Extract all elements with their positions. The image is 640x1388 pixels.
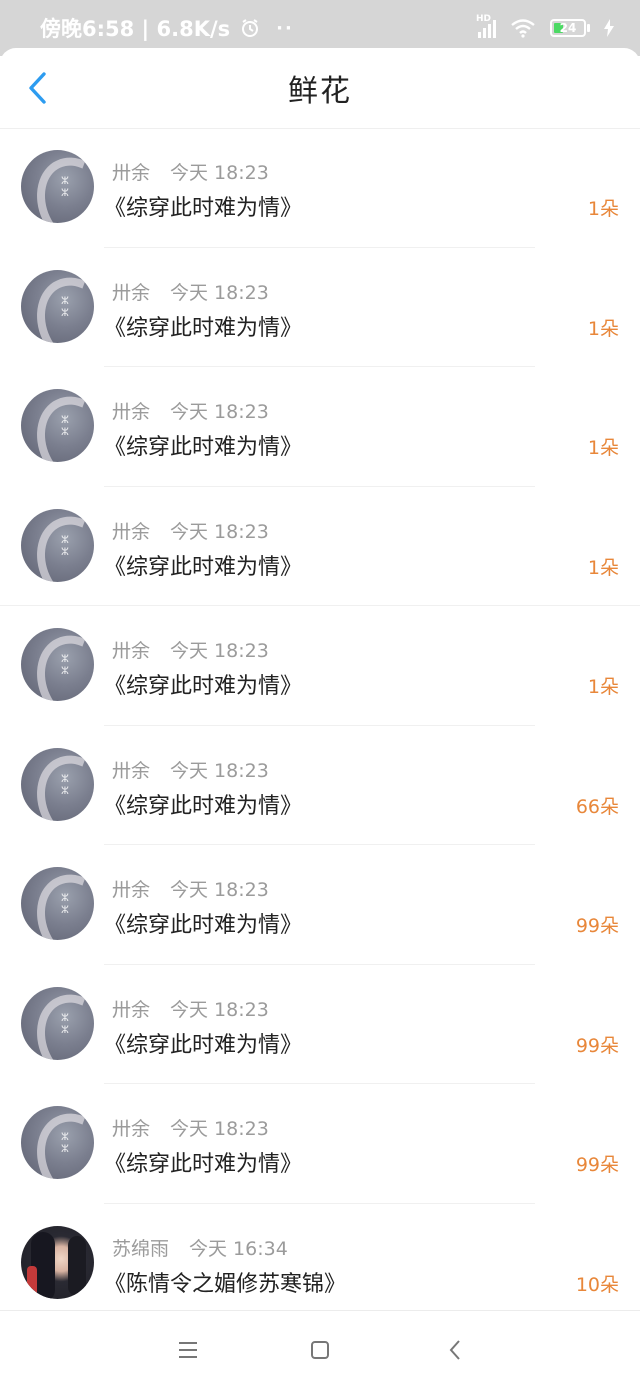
list-item[interactable]: ⵣⵣ 卅余 今天 18:23 《综穿此时难为情》 1朵 — [0, 606, 640, 726]
user-name[interactable]: 卅余 — [112, 397, 150, 424]
nav-back-button[interactable] — [440, 1335, 470, 1365]
book-title[interactable]: 《综穿此时难为情》 — [104, 310, 302, 342]
status-time: 傍晚6:58 | 6.8K/s — [40, 17, 231, 41]
record-time: 今天 18:23 — [170, 640, 269, 662]
book-title[interactable]: 《综穿此时难为情》 — [104, 190, 302, 222]
network-type: HD — [476, 14, 492, 24]
user-name[interactable]: 卅余 — [112, 875, 150, 902]
flower-count: 99朵 — [575, 1154, 619, 1176]
user-name[interactable]: 卅余 — [112, 995, 150, 1022]
list-item[interactable]: ⵣⵣ 卅余 今天 18:23 《综穿此时难为情》 1朵 — [0, 367, 640, 487]
status-right: HD 24 — [476, 14, 614, 38]
avatar[interactable] — [21, 1225, 94, 1299]
avatar[interactable]: ⵣⵣ — [21, 628, 94, 701]
avatar[interactable]: ⵣⵣ — [21, 389, 94, 462]
list-item[interactable]: 苏绵雨 今天 16:34 《陈情令之媚修苏寒锦》 10朵 — [0, 1204, 640, 1324]
record-time: 今天 18:23 — [170, 520, 269, 543]
record-time: 今天 18:23 — [170, 1118, 269, 1140]
book-title[interactable]: 《综穿此时难为情》 — [104, 668, 302, 700]
book-title[interactable]: 《综穿此时难为情》 — [104, 429, 302, 461]
book-title[interactable]: 《综穿此时难为情》 — [104, 1146, 302, 1178]
page-title: 鲜花 — [288, 74, 352, 109]
avatar[interactable]: ⵣⵣ — [21, 1106, 94, 1179]
status-dots: ·· — [276, 17, 294, 39]
flower-count: 1朵 — [587, 556, 619, 579]
list-item[interactable]: ⵣⵣ 卅余 今天 18:23 《综穿此时难为情》 66朵 — [0, 726, 640, 845]
user-name[interactable]: 苏绵雨 — [112, 1234, 169, 1261]
list-item[interactable]: ⵣⵣ 卅余 今天 18:23 《综穿此时难为情》 99朵 — [0, 1084, 640, 1204]
user-name[interactable]: 卅余 — [112, 756, 150, 783]
user-name[interactable]: 卅余 — [112, 1114, 150, 1141]
avatar[interactable]: ⵣⵣ — [21, 508, 94, 582]
list-item[interactable]: ⵣⵣ 卅余 今天 18:23 《综穿此时难为情》 1朵 — [0, 128, 640, 248]
avatar[interactable]: ⵣⵣ — [21, 867, 94, 940]
flower-count: 1朵 — [587, 198, 619, 220]
flower-count: 1朵 — [587, 317, 619, 340]
alarm-icon — [242, 19, 259, 37]
system-nav-bar — [0, 1310, 640, 1388]
flower-count: 1朵 — [587, 676, 619, 698]
app-header: 鲜花 — [0, 48, 640, 129]
signal-icon: HD — [476, 14, 496, 38]
avatar[interactable]: ⵣⵣ — [21, 747, 94, 821]
wifi-icon — [511, 19, 535, 38]
avatar[interactable]: ⵣⵣ — [21, 986, 94, 1060]
list-item[interactable]: ⵣⵣ 卅余 今天 18:23 《综穿此时难为情》 1朵 — [0, 487, 640, 606]
record-time: 今天 18:23 — [170, 998, 269, 1021]
record-time: 今天 18:23 — [170, 162, 269, 184]
record-time: 今天 18:23 — [170, 759, 269, 782]
flower-count: 99朵 — [575, 1034, 619, 1057]
flower-record-list: ⵣⵣ 卅余 今天 18:23 《综穿此时难为情》 1朵 ⵣⵣ 卅余 今天 18:… — [0, 128, 640, 1323]
flower-count: 1朵 — [587, 437, 619, 459]
record-time: 今天 18:23 — [170, 281, 269, 304]
avatar[interactable]: ⵣⵣ — [21, 150, 94, 223]
user-name[interactable]: 卅余 — [112, 158, 150, 185]
battery-level: 24 — [559, 21, 577, 35]
flower-count: 10朵 — [575, 1273, 619, 1296]
battery-icon: 24 — [550, 19, 590, 37]
list-item[interactable]: ⵣⵣ 卅余 今天 18:23 《综穿此时难为情》 1朵 — [0, 248, 640, 367]
book-title[interactable]: 《陈情令之媚修苏寒锦》 — [104, 1266, 346, 1298]
record-time: 今天 18:23 — [170, 401, 269, 423]
status-left: 傍晚6:58 | 6.8K/s ·· — [40, 13, 294, 43]
book-title[interactable]: 《综穿此时难为情》 — [104, 1027, 302, 1059]
record-time: 今天 18:23 — [170, 879, 269, 901]
back-button[interactable] — [18, 68, 58, 108]
user-name[interactable]: 卅余 — [112, 517, 150, 544]
flower-count: 99朵 — [575, 915, 619, 937]
book-title[interactable]: 《综穿此时难为情》 — [104, 549, 302, 581]
user-name[interactable]: 卅余 — [112, 278, 150, 305]
home-button[interactable] — [305, 1335, 335, 1365]
book-title[interactable]: 《综穿此时难为情》 — [104, 788, 302, 820]
list-item[interactable]: ⵣⵣ 卅余 今天 18:23 《综穿此时难为情》 99朵 — [0, 965, 640, 1084]
chevron-left-icon — [29, 72, 46, 104]
menu-icon — [179, 1342, 197, 1358]
back-triangle-icon — [449, 1340, 460, 1360]
menu-button[interactable] — [173, 1335, 203, 1365]
user-name[interactable]: 卅余 — [112, 636, 150, 663]
home-square-icon — [311, 1341, 329, 1359]
avatar[interactable]: ⵣⵣ — [21, 269, 94, 343]
book-title[interactable]: 《综穿此时难为情》 — [104, 907, 302, 939]
record-time: 今天 16:34 — [189, 1237, 288, 1260]
charging-icon — [604, 19, 614, 37]
flower-count: 66朵 — [575, 795, 619, 818]
list-item[interactable]: ⵣⵣ 卅余 今天 18:23 《综穿此时难为情》 99朵 — [0, 845, 640, 965]
